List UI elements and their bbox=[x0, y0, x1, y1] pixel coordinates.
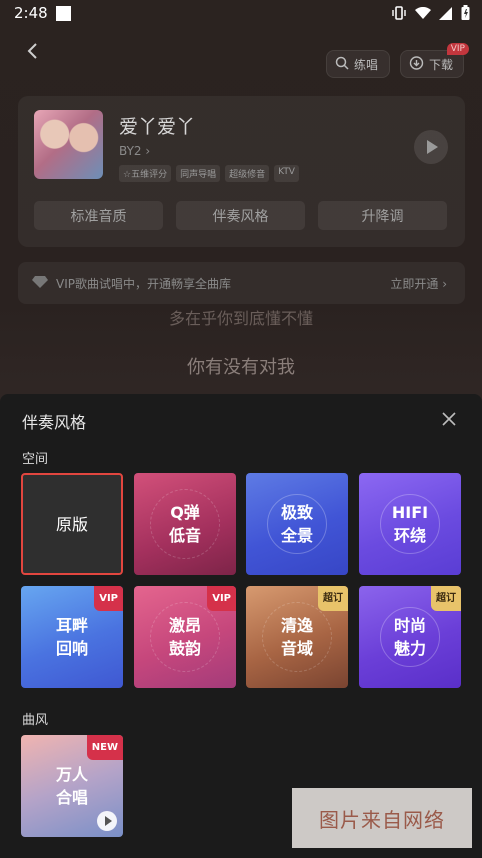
status-bar: 2:48 bbox=[0, 0, 482, 28]
song-tags: ☆五维评分 同声导唱 超级修音 KTV bbox=[119, 165, 299, 182]
super-sub-badge: 超订 bbox=[318, 586, 348, 611]
key-change-button[interactable]: 升降调 bbox=[318, 201, 447, 230]
close-icon[interactable] bbox=[441, 411, 457, 427]
section-space-label: 空间 bbox=[22, 452, 49, 467]
wifi-icon bbox=[415, 5, 431, 24]
tile-mass-chorus[interactable]: NEW 万人 合唱 bbox=[21, 735, 123, 837]
practice-label: 练唱 bbox=[354, 57, 379, 72]
back-arrow-icon[interactable] bbox=[22, 40, 44, 62]
tag-guide-vocal: 同声导唱 bbox=[176, 165, 221, 182]
section-style-label: 曲风 bbox=[22, 713, 49, 728]
vibrate-icon bbox=[391, 5, 407, 24]
karaoke-screen: 2:48 练唱 下载 VIP 爱丫爱丫 BY2 › ☆五维评分 同声导唱 超级修… bbox=[0, 0, 482, 858]
vip-open-label: 立即开通 bbox=[390, 277, 439, 291]
tag-rating: ☆五维评分 bbox=[119, 165, 172, 182]
practice-button[interactable]: 练唱 bbox=[326, 50, 390, 78]
accompaniment-style-button[interactable]: 伴奏风格 bbox=[176, 201, 305, 230]
tile-ear-echo[interactable]: VIP 耳畔 回响 bbox=[21, 586, 123, 688]
status-time: 2:48 bbox=[14, 4, 48, 22]
lyric-line-1: 多在乎你到底懂不懂 bbox=[168, 309, 313, 328]
artist-name: BY2 bbox=[119, 144, 142, 158]
song-card: 爱丫爱丫 BY2 › ☆五维评分 同声导唱 超级修音 KTV 标准音质 伴奏风格… bbox=[18, 96, 465, 247]
battery-icon bbox=[461, 5, 470, 24]
song-title: 爱丫爱丫 bbox=[119, 116, 196, 138]
artist-link[interactable]: BY2 › bbox=[119, 144, 150, 158]
tile-label: 极致 全景 bbox=[280, 503, 313, 545]
vip-badge: VIP bbox=[207, 586, 236, 611]
vip-badge: VIP bbox=[94, 586, 123, 611]
watermark: 图片来自网络 bbox=[292, 788, 472, 848]
download-label: 下载 bbox=[429, 57, 454, 72]
tile-label: 激昂 鼓韵 bbox=[168, 616, 201, 658]
download-icon bbox=[409, 55, 424, 73]
tile-label: 时尚 魅力 bbox=[393, 616, 426, 658]
lyric-line-2: 你有没有对我 bbox=[187, 357, 295, 378]
tile-label: HIFI 环绕 bbox=[391, 503, 429, 545]
tile-hifi-surround[interactable]: HIFI 环绕 bbox=[359, 473, 461, 575]
tag-pitch-fix: 超级修音 bbox=[225, 165, 270, 182]
tile-bouncy-bass[interactable]: Q弹 低音 bbox=[134, 473, 236, 575]
play-preview-button[interactable] bbox=[414, 130, 448, 164]
vip-banner[interactable]: VIP歌曲试唱中，开通畅享全曲库 立即开通 › bbox=[18, 262, 465, 304]
tile-label: 耳畔 回响 bbox=[55, 616, 88, 658]
signal-icon bbox=[439, 5, 453, 24]
tile-panorama[interactable]: 极致 全景 bbox=[246, 473, 348, 575]
album-cover bbox=[34, 110, 103, 179]
tag-ktv: KTV bbox=[274, 165, 299, 182]
download-button[interactable]: 下载 VIP bbox=[400, 43, 469, 78]
quality-button[interactable]: 标准音质 bbox=[34, 201, 163, 230]
status-icons bbox=[391, 5, 470, 24]
tile-original[interactable]: 原版 bbox=[21, 473, 123, 575]
search-mic-icon bbox=[335, 56, 349, 73]
diamond-icon bbox=[32, 275, 48, 292]
tile-label: Q弹 低音 bbox=[168, 503, 201, 545]
super-sub-badge: 超订 bbox=[431, 586, 461, 611]
tile-label: 清逸 音域 bbox=[280, 616, 313, 658]
tile-label: 原版 bbox=[55, 514, 88, 534]
notification-icon bbox=[56, 6, 71, 21]
download-vip-badge: VIP bbox=[446, 43, 469, 55]
tile-clear-range[interactable]: 超订 清逸 音域 bbox=[246, 586, 348, 688]
new-badge: NEW bbox=[86, 735, 123, 760]
tile-passionate-drums[interactable]: VIP 激昂 鼓韵 bbox=[134, 586, 236, 688]
tile-label: 万人 合唱 bbox=[55, 765, 88, 807]
tile-stylish-charm[interactable]: 超订 时尚 魅力 bbox=[359, 586, 461, 688]
play-icon[interactable] bbox=[97, 811, 117, 831]
vip-banner-message: VIP歌曲试唱中，开通畅享全曲库 bbox=[56, 277, 231, 291]
sheet-title: 伴奏风格 bbox=[22, 413, 87, 432]
vip-open-link[interactable]: 立即开通 › bbox=[390, 275, 447, 292]
